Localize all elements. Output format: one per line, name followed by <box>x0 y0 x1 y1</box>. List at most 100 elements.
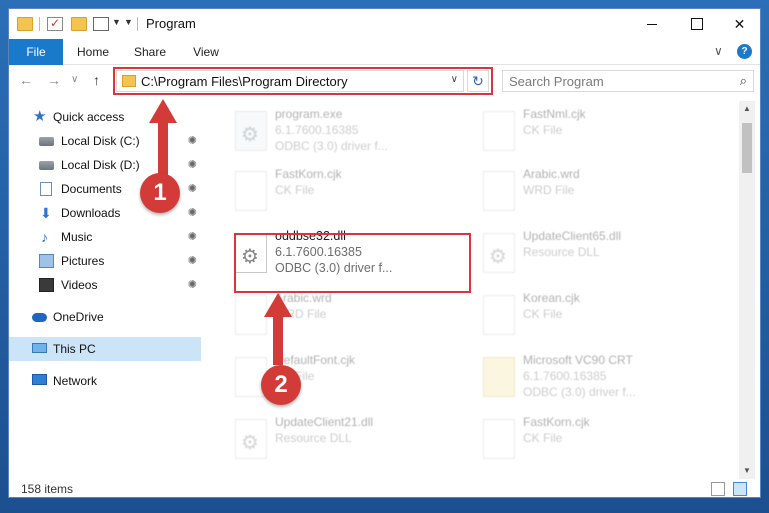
folder-icon <box>483 357 515 397</box>
file-name: FastKorn.cjk <box>275 167 342 181</box>
file-description: ODBC (3.0) driver f... <box>275 261 393 275</box>
sidebar-item-network[interactable]: Network <box>9 369 201 393</box>
sidebar-item-label: OneDrive <box>53 310 104 324</box>
help-icon[interactable]: ? <box>737 44 752 59</box>
sidebar-item-pictures[interactable]: Pictures ✺ <box>9 249 201 273</box>
sidebar-item-label: Documents <box>61 182 122 196</box>
pin-icon: ✺ <box>187 207 197 219</box>
drive-icon <box>39 161 54 170</box>
tab-file[interactable]: File <box>9 39 63 65</box>
tab-view[interactable]: View <box>183 39 229 65</box>
file-name: FastKorn.cjk <box>523 415 590 429</box>
drive-icon <box>39 137 54 146</box>
step-2-badge: 2 <box>261 365 301 405</box>
scroll-down-icon[interactable]: ▼ <box>739 463 755 479</box>
sidebar-item-label: Downloads <box>61 206 121 220</box>
videos-icon <box>39 278 54 292</box>
pc-icon <box>32 343 47 353</box>
dll-gear-icon <box>483 233 515 273</box>
scroll-up-icon[interactable]: ▲ <box>739 101 755 117</box>
file-name: Microsoft VC90 CRT <box>523 353 633 367</box>
sidebar-item-videos[interactable]: Videos ✺ <box>9 273 201 297</box>
file-description: ODBC (3.0) driver f... <box>523 385 636 399</box>
dll-gear-icon <box>235 233 267 273</box>
sidebar-item-local-disk-d[interactable]: Local Disk (D:) ✺ <box>9 153 201 177</box>
file-type: CK File <box>523 123 563 137</box>
title-bar: ▼ ▼ Program ✕ <box>9 9 760 39</box>
status-bar: 158 items <box>9 479 760 499</box>
document-icon <box>235 171 267 211</box>
navigation-pane: ★ Quick access Local Disk (C:) ✺ Local D… <box>9 101 201 479</box>
tab-share[interactable]: Share <box>127 39 173 65</box>
address-bar[interactable]: C:\Program Files\Program Directory ∨ <box>116 70 464 92</box>
sidebar-item-onedrive[interactable]: OneDrive <box>9 305 201 329</box>
file-version: 6.1.7600.16385 <box>275 123 359 137</box>
forward-button[interactable]: → <box>47 72 61 88</box>
scroll-thumb[interactable] <box>742 123 752 173</box>
details-view-icon[interactable] <box>711 482 725 496</box>
pictures-icon <box>39 254 54 268</box>
sidebar-item-local-disk-c[interactable]: Local Disk (C:) ✺ <box>9 129 201 153</box>
document-icon <box>483 295 515 335</box>
pin-icon: ✺ <box>187 135 197 147</box>
file-name: program.exe <box>275 107 343 121</box>
onedrive-icon <box>32 313 47 322</box>
file-type: WRD File <box>523 183 575 197</box>
sidebar-item-music[interactable]: ♪ Music ✺ <box>9 225 201 249</box>
vertical-scrollbar[interactable]: ▲ ▼ <box>739 101 755 479</box>
arrow-shaft <box>273 315 283 365</box>
file-name: UpdateClient65.dll <box>523 229 622 243</box>
minimize-button[interactable] <box>629 9 674 39</box>
refresh-button[interactable]: ↻ <box>467 70 489 92</box>
sidebar-item-label: This PC <box>53 342 96 356</box>
chevron-down-icon[interactable]: ▼ <box>112 17 121 27</box>
file-item[interactable]: FastKorn.cjk CK File <box>467 413 707 471</box>
file-item[interactable]: FastKorn.cjk CK File <box>219 165 459 223</box>
file-item[interactable]: Microsoft VC90 CRT 6.1.7600.16385 ODBC (… <box>467 351 707 409</box>
sidebar-item-label: Network <box>53 374 98 388</box>
customize-quick-access-icon[interactable]: ▼ <box>124 17 133 27</box>
up-button[interactable]: ↑ <box>93 72 100 88</box>
item-count: 158 items <box>21 482 74 496</box>
file-item[interactable]: FastNml.cjk CK File <box>467 105 707 163</box>
star-icon: ★ <box>33 108 47 125</box>
pin-icon: ✺ <box>187 255 197 267</box>
view-options-icon[interactable] <box>93 17 109 31</box>
sidebar-item-this-pc[interactable]: This PC <box>9 337 201 361</box>
document-icon <box>483 171 515 211</box>
sidebar-item-label: Local Disk (C:) <box>61 134 140 148</box>
chevron-down-icon[interactable]: ∨ <box>451 74 458 85</box>
address-text[interactable]: C:\Program Files\Program Directory <box>141 74 348 89</box>
file-item[interactable]: Arabic.wrd WRD File <box>219 289 459 347</box>
maximize-button[interactable] <box>674 9 719 39</box>
tab-home[interactable]: Home <box>69 39 117 65</box>
new-folder-icon[interactable] <box>71 17 87 31</box>
recent-locations-icon[interactable]: ∨ <box>71 74 78 85</box>
file-item[interactable]: Korean.cjk CK File <box>467 289 707 347</box>
sidebar-item-label: Music <box>61 230 93 244</box>
file-item[interactable]: DefaultFont.cjk CK File <box>219 351 459 409</box>
expand-ribbon-icon[interactable]: ∨ <box>714 44 723 58</box>
back-button[interactable]: ← <box>19 72 33 88</box>
file-type: Resource DLL <box>523 245 600 259</box>
tiles-view-icon[interactable] <box>733 482 747 496</box>
search-input[interactable]: Search Program ⌕ <box>502 70 754 92</box>
file-item[interactable]: Arabic.wrd WRD File <box>467 165 707 223</box>
file-item[interactable]: UpdateClient65.dll Resource DLL <box>467 227 707 285</box>
properties-check-icon[interactable] <box>47 16 63 31</box>
close-button[interactable]: ✕ <box>717 9 762 39</box>
navigation-bar: ← → ∨ ↑ C:\Program Files\Program Directo… <box>9 66 760 96</box>
file-list: program.exe 6.1.7600.16385 ODBC (3.0) dr… <box>211 101 738 479</box>
file-version: 6.1.7600.16385 <box>275 245 362 259</box>
document-icon <box>483 111 515 151</box>
file-item[interactable]: program.exe 6.1.7600.16385 ODBC (3.0) dr… <box>219 105 459 163</box>
pin-icon: ✺ <box>187 279 197 291</box>
file-type: Resource DLL <box>275 431 352 445</box>
file-description: ODBC (3.0) driver f... <box>275 139 388 153</box>
document-icon <box>235 295 267 335</box>
file-name: FastNml.cjk <box>523 107 586 121</box>
file-item[interactable]: UpdateClient21.dll Resource DLL <box>219 413 459 471</box>
file-item-oddbse32-dll[interactable]: oddbse32.dll 6.1.7600.16385 ODBC (3.0) d… <box>219 227 459 285</box>
search-icon[interactable]: ⌕ <box>740 73 747 89</box>
file-version: 6.1.7600.16385 <box>523 369 607 383</box>
